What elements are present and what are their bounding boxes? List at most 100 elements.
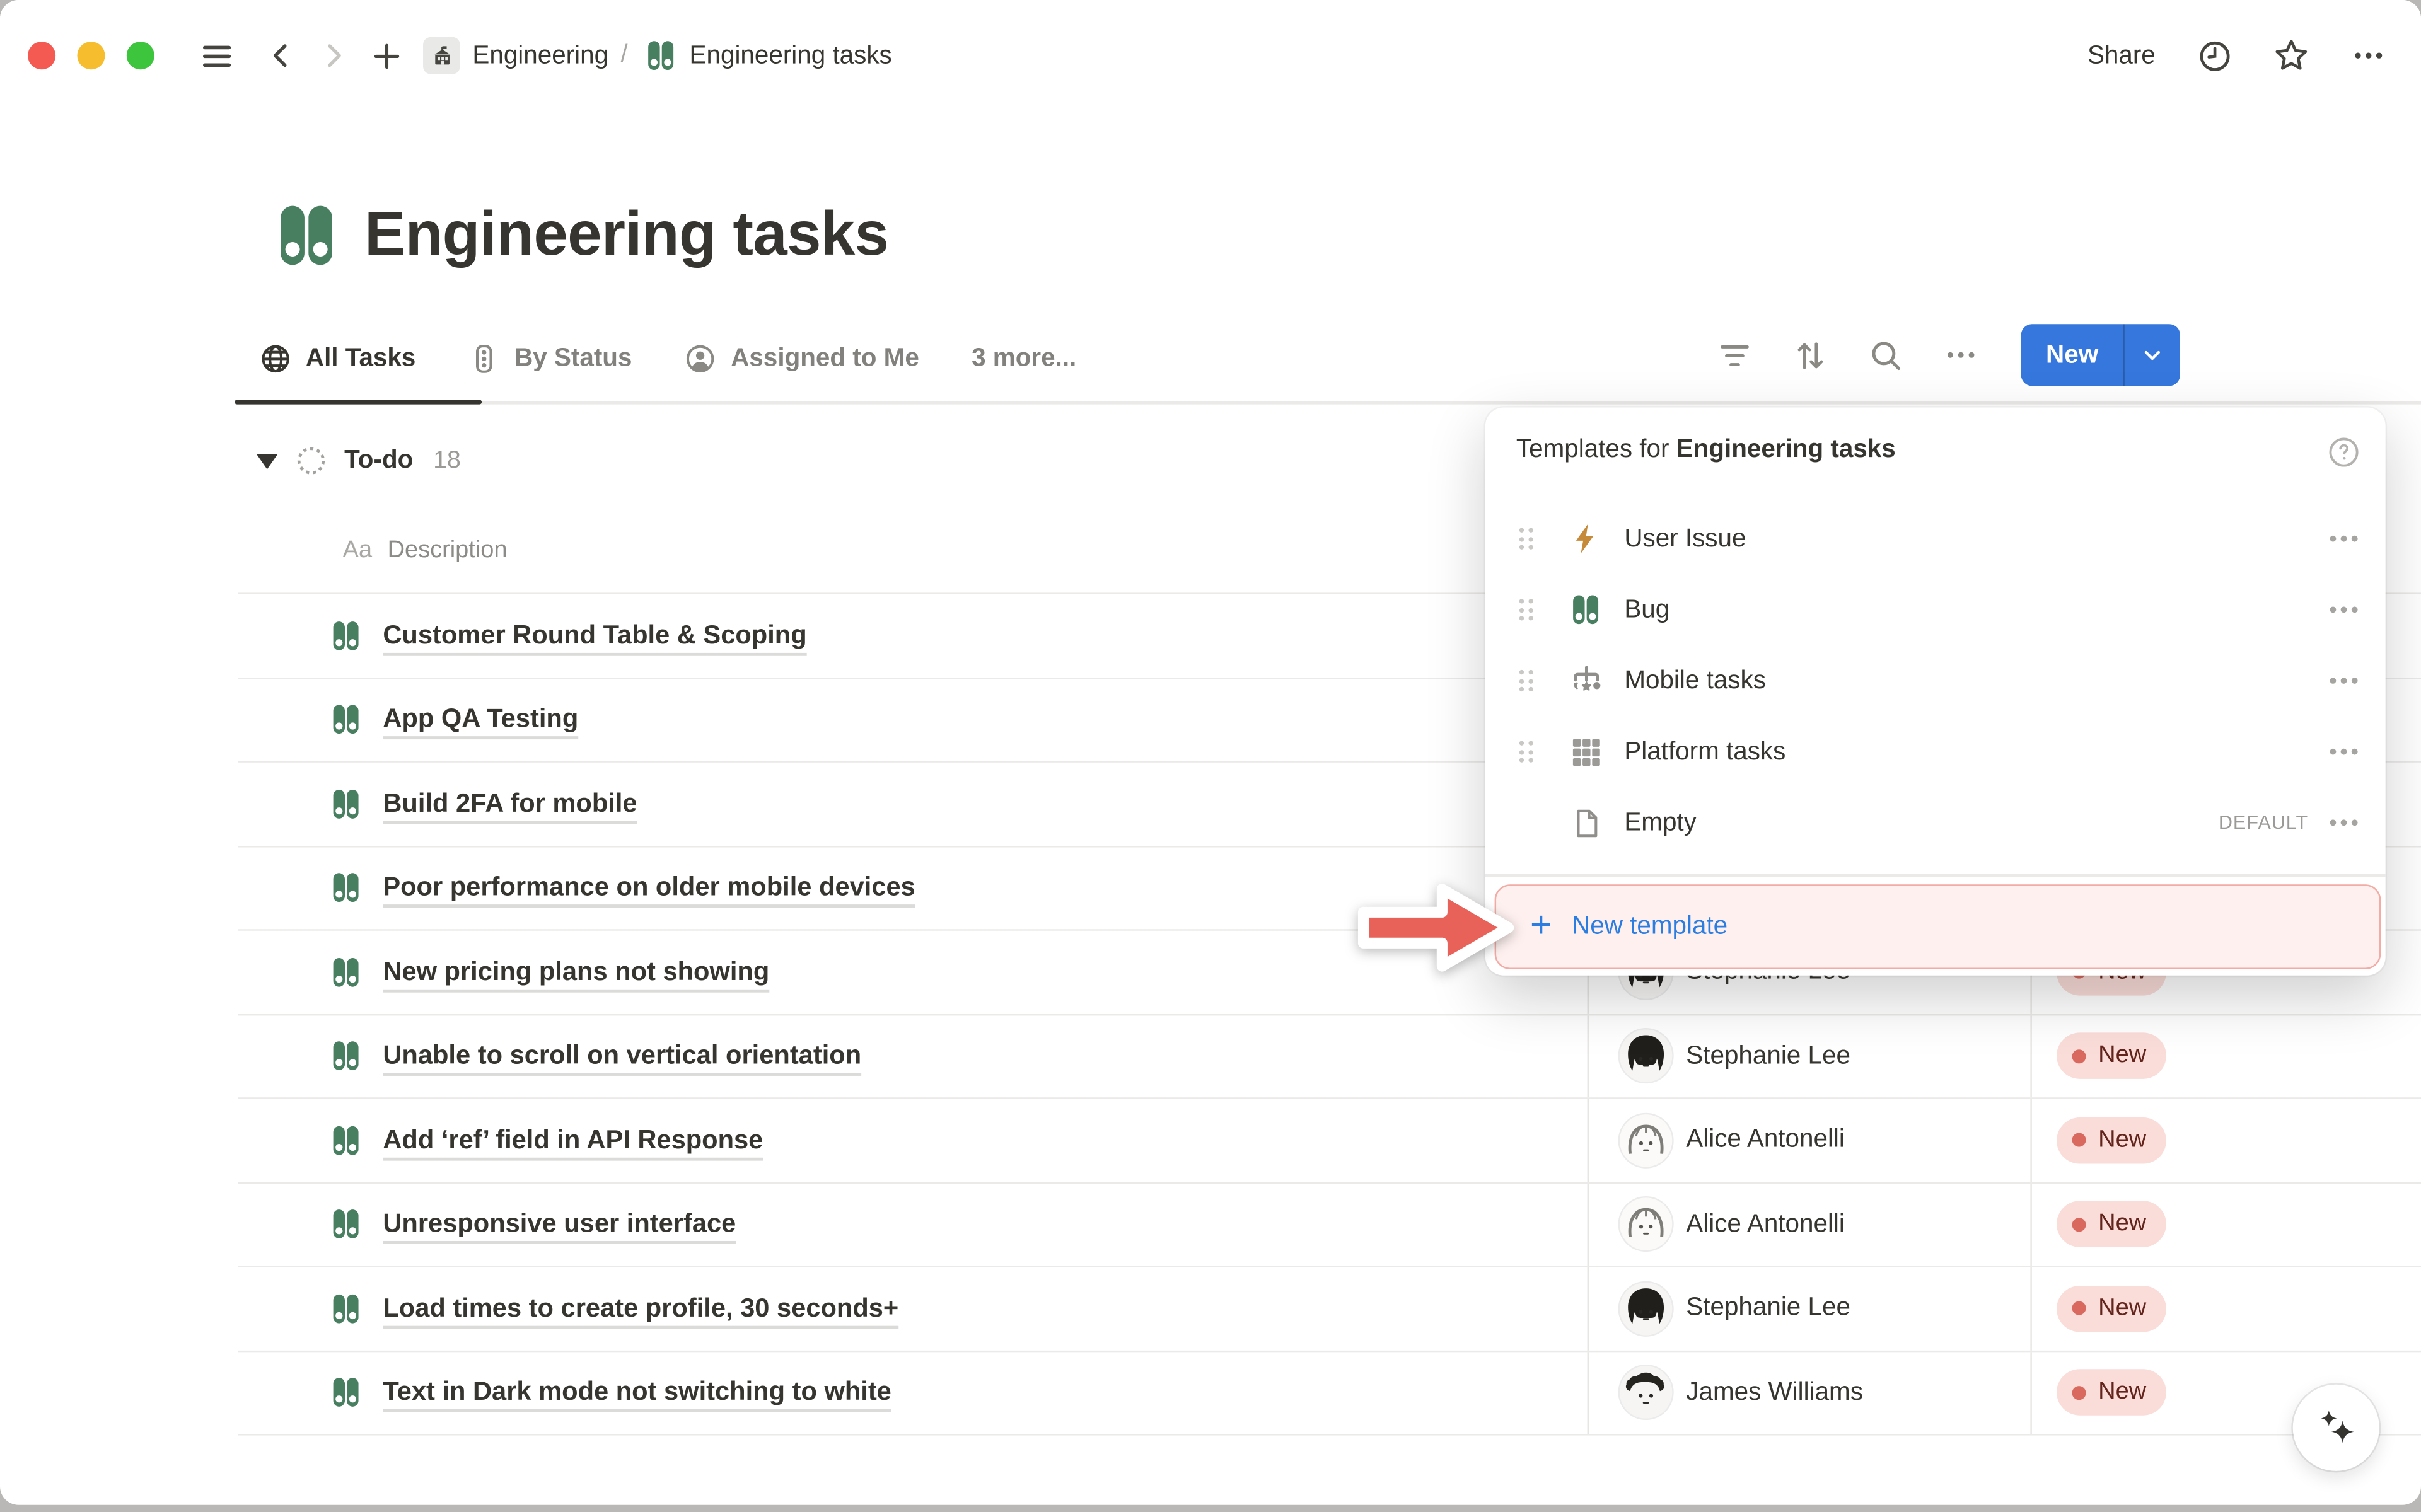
share-button[interactable]: Share <box>2087 41 2156 71</box>
status-cell[interactable]: New <box>2032 1267 2421 1350</box>
drag-handle-icon[interactable] <box>1519 523 1540 554</box>
task-title[interactable]: Add ‘ref’ field in API Response <box>383 1125 763 1156</box>
minimize-window-button[interactable] <box>77 42 105 69</box>
traffic-lights <box>28 42 154 69</box>
column-header-description[interactable]: Aa Description <box>343 537 508 565</box>
template-item-bug[interactable]: Bug <box>1485 574 2386 645</box>
template-options-icon[interactable] <box>2330 606 2358 613</box>
todo-status-icon <box>295 444 327 476</box>
template-item-user-issue[interactable]: User Issue <box>1485 503 2386 574</box>
status-cell[interactable]: New <box>2032 1099 2421 1182</box>
sparkles-icon <box>2313 1405 2359 1451</box>
template-options-icon[interactable] <box>2330 749 2358 755</box>
page-title[interactable]: Engineering tasks <box>364 200 888 270</box>
traffic-light-icon <box>468 342 501 374</box>
drag-handle-icon[interactable] <box>1519 594 1540 625</box>
task-title[interactable]: Load times to create profile, 30 seconds… <box>383 1293 898 1324</box>
new-dropdown-button[interactable] <box>2125 324 2180 386</box>
task-title[interactable]: Poor performance on older mobile devices <box>383 872 915 903</box>
person-cell[interactable]: James Williams <box>1588 1351 2032 1434</box>
sort-icon[interactable] <box>1782 327 1837 383</box>
task-title[interactable]: Unable to scroll on vertical orientation <box>383 1041 861 1071</box>
history-clock-icon[interactable] <box>2195 37 2232 74</box>
view-tabs-bar: All Tasks By Status Assigned to Me 3 mor… <box>0 315 2421 405</box>
tab-assigned-to-me[interactable]: Assigned to Me <box>685 342 919 374</box>
group-count: 18 <box>433 447 461 475</box>
drag-handle-icon[interactable] <box>1519 736 1540 767</box>
baby-mobile-icon <box>1567 663 1605 698</box>
favorite-star-icon[interactable] <box>2273 37 2310 74</box>
group-name[interactable]: To-do <box>344 446 413 476</box>
template-label: User Issue <box>1624 524 2330 553</box>
binoculars-icon <box>329 1039 363 1073</box>
breadcrumb-workspace[interactable]: Engineering <box>472 41 608 71</box>
template-item-empty[interactable]: Empty DEFAULT <box>1485 787 2386 858</box>
search-icon[interactable] <box>1857 327 1913 383</box>
view-options-icon[interactable] <box>1933 327 1988 383</box>
status-badge[interactable]: New <box>2057 1370 2166 1416</box>
help-icon[interactable] <box>2327 436 2361 470</box>
table-row[interactable]: Add ‘ref’ field in API Response Alice An… <box>238 1099 2421 1183</box>
status-cell[interactable]: New <box>2032 1183 2421 1266</box>
person-cell[interactable]: Alice Antonelli <box>1588 1183 2032 1266</box>
table-row[interactable]: Text in Dark mode not switching to white… <box>238 1351 2421 1435</box>
status-dot-icon <box>2072 1218 2086 1232</box>
new-button[interactable]: New <box>2021 324 2123 386</box>
task-title[interactable]: Unresponsive user interface <box>383 1209 736 1240</box>
workspace-building-icon[interactable] <box>423 37 460 74</box>
binoculars-icon <box>329 618 363 652</box>
task-title[interactable]: App QA Testing <box>383 704 578 735</box>
column-name: Description <box>388 537 508 565</box>
template-item-platform-tasks[interactable]: Platform tasks <box>1485 716 2386 787</box>
task-title[interactable]: Customer Round Table & Scoping <box>383 620 806 651</box>
templates-popup: Templates for Engineering tasks User Iss… <box>1485 408 2386 976</box>
tab-all-tasks[interactable]: All Tasks <box>259 342 415 374</box>
person-name: James Williams <box>1686 1378 1863 1407</box>
person-name: Stephanie Lee <box>1686 1041 1850 1071</box>
status-label: New <box>2098 1295 2146 1322</box>
collapse-triangle-icon[interactable] <box>257 453 278 468</box>
template-options-icon[interactable] <box>2330 536 2358 542</box>
table-row[interactable]: Unresponsive user interface Alice Antone… <box>238 1183 2421 1267</box>
new-template-button[interactable]: + New template <box>1495 884 2381 969</box>
popup-divider <box>1485 874 2386 876</box>
close-window-button[interactable] <box>28 42 55 69</box>
status-cell[interactable]: New <box>2032 1015 2421 1097</box>
window-titlebar: Engineering / Engineering tasks Share <box>0 0 2421 111</box>
person-cell[interactable]: Stephanie Lee <box>1588 1267 2032 1350</box>
template-item-mobile-tasks[interactable]: Mobile tasks <box>1485 645 2386 717</box>
table-row[interactable]: Unable to scroll on vertical orientation… <box>238 1015 2421 1099</box>
status-badge[interactable]: New <box>2057 1117 2166 1163</box>
more-options-icon[interactable] <box>2350 37 2387 74</box>
template-options-icon[interactable] <box>2330 819 2358 826</box>
status-label: New <box>2098 1042 2146 1070</box>
tab-label: All Tasks <box>306 343 415 373</box>
filter-icon[interactable] <box>1706 327 1762 383</box>
breadcrumb-page[interactable]: Engineering tasks <box>690 41 892 71</box>
drag-handle-icon[interactable] <box>1519 666 1540 696</box>
sidebar-toggle-icon[interactable] <box>197 37 235 74</box>
binoculars-icon[interactable] <box>272 200 341 270</box>
tab-by-status[interactable]: By Status <box>468 342 632 374</box>
new-template-label: New template <box>1572 912 1727 942</box>
popup-title: Templates for Engineering tasks <box>1516 436 1896 465</box>
zoom-window-button[interactable] <box>127 42 154 69</box>
person-name: Alice Antonelli <box>1686 1126 1845 1155</box>
ai-sparkle-button[interactable] <box>2293 1385 2379 1471</box>
back-icon[interactable] <box>262 37 299 74</box>
status-badge[interactable]: New <box>2057 1033 2166 1079</box>
avatar <box>1620 1366 1672 1419</box>
task-title[interactable]: Build 2FA for mobile <box>383 788 637 819</box>
tab-more-views[interactable]: 3 more... <box>972 343 1076 373</box>
table-row[interactable]: Load times to create profile, 30 seconds… <box>238 1267 2421 1351</box>
task-title[interactable]: Text in Dark mode not switching to white <box>383 1377 891 1408</box>
status-badge[interactable]: New <box>2057 1285 2166 1331</box>
person-cell[interactable]: Alice Antonelli <box>1588 1099 2032 1182</box>
task-title[interactable]: New pricing plans not showing <box>383 957 769 988</box>
forward-icon[interactable] <box>315 37 352 74</box>
person-cell[interactable]: Stephanie Lee <box>1588 1015 2032 1097</box>
template-options-icon[interactable] <box>2330 678 2358 684</box>
binoculars-icon <box>329 871 363 905</box>
status-badge[interactable]: New <box>2057 1201 2166 1247</box>
new-page-icon[interactable] <box>368 37 405 74</box>
